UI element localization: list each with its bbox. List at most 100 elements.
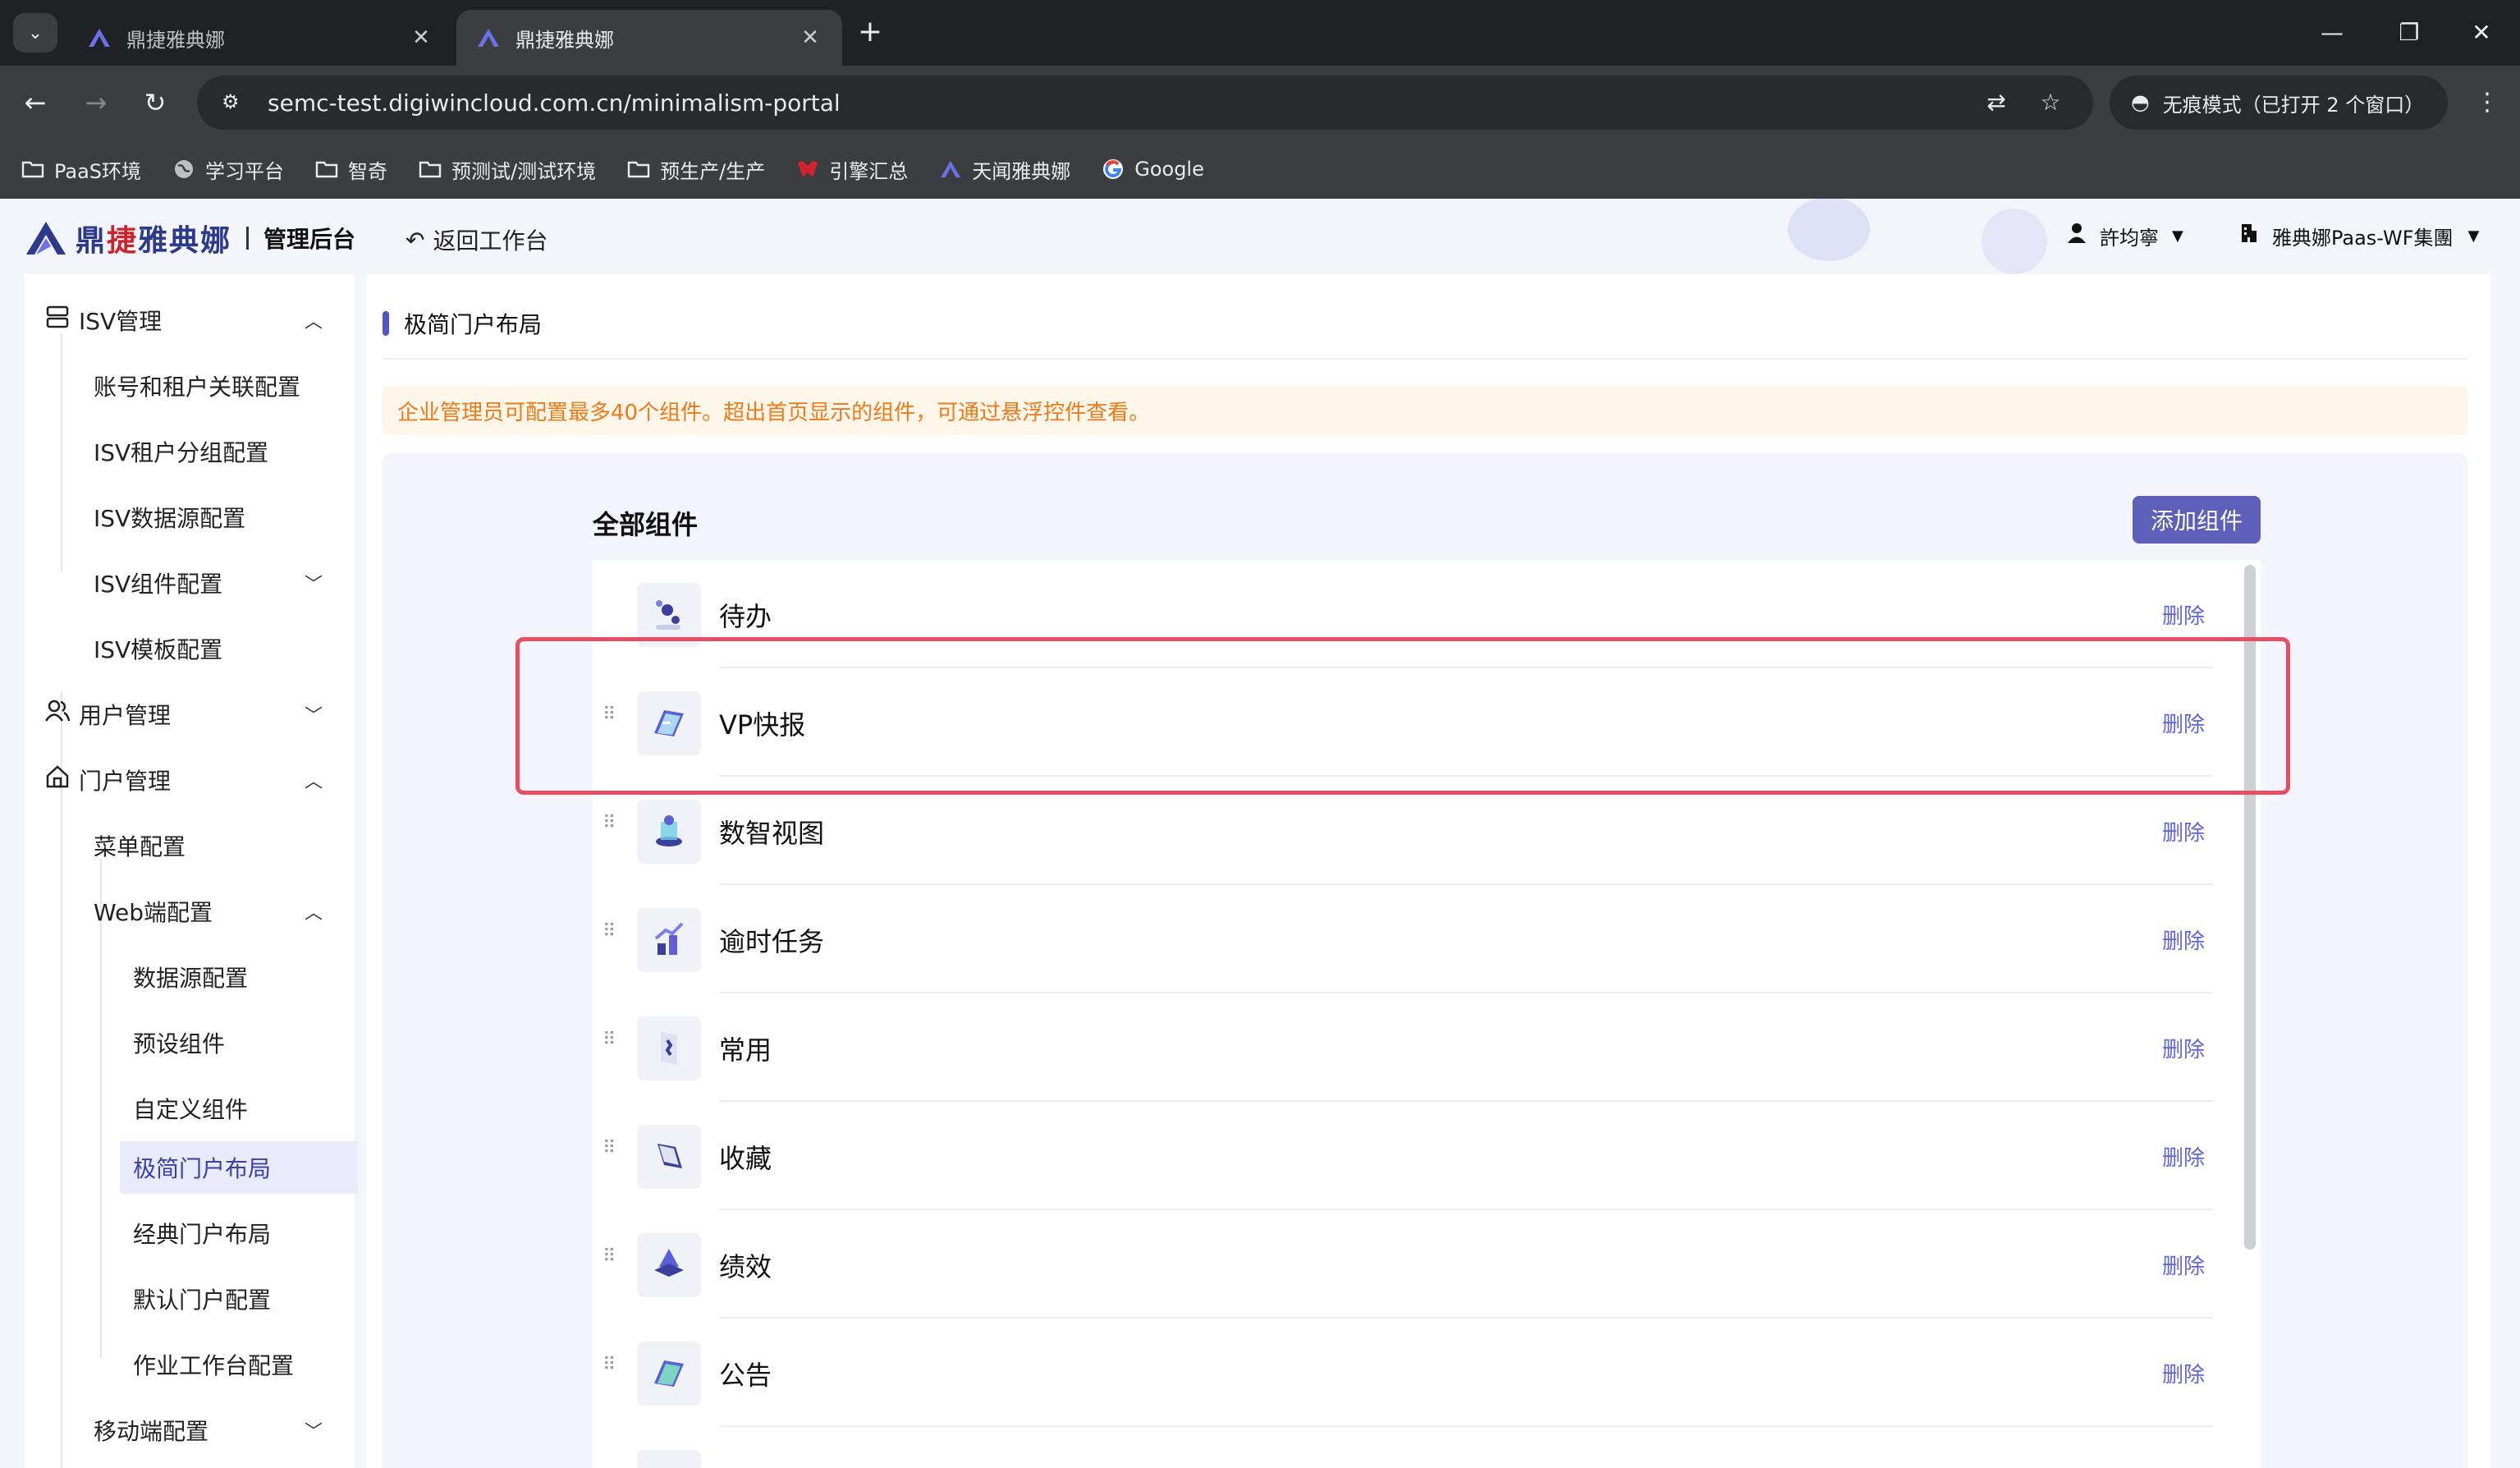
forward-arrow-icon[interactable]: → [77,84,115,122]
sidebar-item-portal-management[interactable]: 门户管理 ︿ [25,750,355,810]
drag-handle-icon[interactable]: ⠿ [603,814,622,844]
add-component-button[interactable]: 添加组件 [2133,496,2261,544]
sidebar-item-isv-template[interactable]: ISV模板配置 [25,619,355,678]
globe-icon [171,158,197,180]
tab-title: 鼎捷雅典娜 [515,28,614,52]
back-to-workbench-link[interactable]: ↶ 返回工作台 [405,223,548,256]
sidebar-item-label: 自定义组件 [133,1096,249,1123]
window-close-icon[interactable]: ✕ [2459,15,2504,51]
delete-button[interactable]: 删除 [2162,1358,2205,1388]
sidebar-item-minimal-portal-layout[interactable]: 极简门户布局 [25,1138,355,1197]
component-row [593,1427,2234,1468]
delete-button[interactable]: 删除 [2162,1250,2205,1280]
browser-toolbar: ← → ↻ ⚙ semc-test.digiwincloud.com.cn/mi… [0,66,2520,140]
drag-handle-icon[interactable]: ⠿ [603,1356,622,1386]
component-work-area: 全部组件 添加组件 待办 删除 ⠿ VP快报 删除 ⠿ 数智视图 删除 ⠿ 逾时… [383,453,2467,1468]
component-row: ⠿ 公告 删除 [593,1319,2234,1427]
bookmark-engines[interactable]: 引擎汇总 [795,155,908,184]
delete-button[interactable]: 删除 [2162,1033,2205,1063]
sidebar-item-web-config[interactable]: Web端配置 ︿ [25,882,355,941]
component-name: 待办 [719,601,772,632]
sidebar-item-menu-config[interactable]: 菜单配置 [25,816,355,875]
sidebar-item-isv-management[interactable]: ISV管理 ︿ [25,291,355,350]
sidebar-item-custom-components[interactable]: 自定义组件 [25,1079,355,1138]
sidebar-item-label: 门户管理 [79,768,172,795]
bookmark-tianwen[interactable]: 天闻雅典娜 [937,155,1070,184]
new-tab-button[interactable]: + [854,16,887,49]
sidebar-item-default-portal-config[interactable]: 默认门户配置 [25,1269,355,1328]
notice-banner: 企业管理员可配置最多40个组件。超出首页显示的组件，可通过悬浮控件查看。 [383,386,2467,435]
close-icon[interactable]: ✕ [407,25,435,50]
sidebar-item-isv-datasource[interactable]: ISV数据源配置 [25,488,355,547]
folder-icon [20,158,46,180]
tab-search-button[interactable]: ⌄ [13,13,57,53]
sidebar-item-workbench-config[interactable]: 作业工作台配置 [25,1335,355,1394]
user-menu[interactable]: 許均寧 ▼ [2067,222,2183,250]
sidebar-item-datasource-config[interactable]: 数据源配置 [25,947,355,1007]
bookmark-learning[interactable]: 学习平台 [171,155,284,184]
delete-button[interactable]: 删除 [2162,599,2205,630]
sidebar-item-label: ISV数据源配置 [94,505,246,532]
restore-icon[interactable]: ❐ [2387,15,2431,51]
address-bar[interactable]: ⚙ semc-test.digiwincloud.com.cn/minimali… [197,76,2093,130]
bookmark-preprod[interactable]: 预生产/生产 [625,155,765,184]
back-arrow-icon[interactable]: ← [16,84,54,122]
bookmark-label: Google [1134,158,1204,181]
url-text[interactable]: semc-test.digiwincloud.com.cn/minimalism… [268,89,1960,117]
athena-logo-icon [26,222,66,255]
decorative-circle [1982,209,2047,274]
component-name: 常用 [719,1034,772,1066]
chevron-up-icon: ︿ [304,312,323,333]
sidebar-item-label: 移动端配置 [94,1418,209,1445]
athena-logo-icon [85,25,113,50]
google-icon [1100,158,1126,180]
browser-menu-icon[interactable]: ⋮ [2471,84,2504,122]
brand-logo[interactable]: 鼎捷雅典娜 管理后台 [25,217,355,259]
admin-label: 管理后台 [263,226,356,253]
caret-down-icon: ▼ [2172,227,2183,245]
incognito-icon: ◓ [2131,90,2150,115]
user-name: 許均寧 [2100,227,2159,250]
close-icon[interactable]: ✕ [796,25,824,50]
delete-button[interactable]: 删除 [2162,1141,2205,1172]
brand-name: 鼎捷雅典娜 [76,224,232,258]
sidebar-item-isv-component[interactable]: ISV组件配置 ﹀ [25,553,355,612]
sidebar-item-label: ISV模板配置 [94,636,223,663]
bookmark-pretest[interactable]: 预测试/测试环境 [417,155,596,184]
brand-separator [246,227,250,250]
sidebar-item-label: Web端配置 [94,899,213,926]
engine-icon [795,158,821,180]
tenant-menu[interactable]: 雅典娜Paas-WF集團 ▼ [2239,222,2479,250]
site-info-icon[interactable]: ⚙ [222,90,250,115]
sidebar-item-account-tenant[interactable]: 账号和租户关联配置 [25,356,355,415]
sidebar-item-user-management[interactable]: 用户管理 ﹀ [25,685,355,744]
sidebar-item-isv-tenant-group[interactable]: ISV租户分组配置 [25,422,355,481]
bookmark-google[interactable]: Google [1100,158,1204,181]
users-icon [41,699,74,730]
bookmark-paas[interactable]: PaaS环境 [20,155,141,184]
component-row: ⠿ 绩效 删除 [593,1210,2234,1319]
star-icon[interactable]: ☆ [2032,85,2069,121]
delete-button[interactable]: 删除 [2162,924,2205,955]
sidebar-item-mobile-config[interactable]: 移动端配置 ﹀ [25,1401,355,1460]
drag-handle-icon[interactable]: ⠿ [603,1248,622,1278]
drag-handle-icon[interactable]: ⠿ [603,923,622,952]
sidebar-item-classic-portal-layout[interactable]: 经典门户布局 [25,1204,355,1263]
translate-icon[interactable]: ⇄ [1978,85,2014,121]
sidebar-item-preset-components[interactable]: 预设组件 [25,1013,355,1072]
chevron-down-icon: ﹀ [304,1422,323,1443]
building-icon [2239,222,2259,250]
browser-tab-2[interactable]: 鼎捷雅典娜 ✕ [456,10,842,66]
bookmark-label: 预生产/生产 [660,159,766,183]
drag-handle-icon[interactable]: ⠿ [603,1031,622,1061]
incognito-indicator[interactable]: ◓ 无痕模式（已打开 2 个窗口） [2110,76,2448,130]
browser-tab-1[interactable]: 鼎捷雅典娜 ✕ [67,10,453,66]
bookmark-zhiqi[interactable]: 智奇 [314,155,387,184]
minimize-icon[interactable]: — [2310,15,2354,51]
drag-handle-icon[interactable]: ⠿ [603,1140,622,1169]
delete-button[interactable]: 删除 [2162,816,2205,846]
reload-icon[interactable]: ↻ [136,84,174,122]
home-icon [41,764,74,796]
dashboard-icon [637,800,701,864]
sidebar-item-label: 预设组件 [133,1030,226,1057]
